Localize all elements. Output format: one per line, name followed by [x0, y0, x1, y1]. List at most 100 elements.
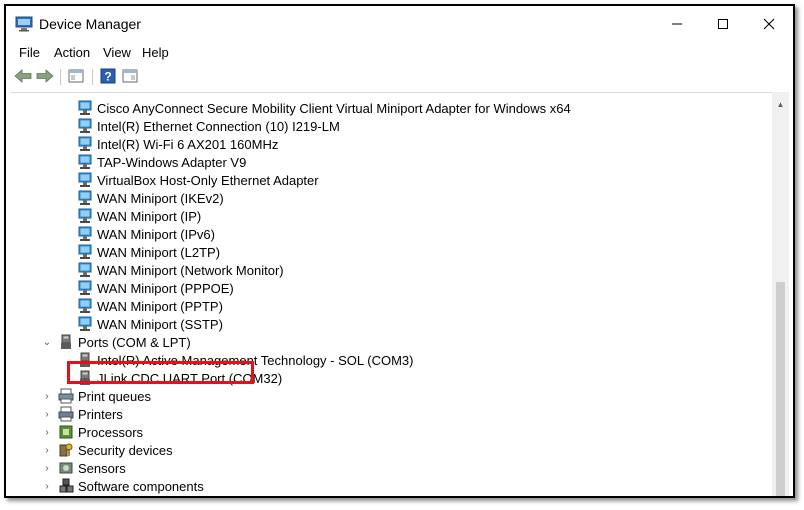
back-button[interactable] — [14, 67, 32, 85]
device-label: WAN Miniport (L2TP) — [97, 244, 221, 260]
device-label: Cisco AnyConnect Secure Mobility Client … — [97, 100, 571, 116]
show-hide-console-tree-button[interactable] — [68, 67, 84, 85]
network-adapter-icon — [78, 136, 92, 151]
menu-view[interactable]: View — [103, 45, 131, 60]
vertical-scrollbar[interactable]: ▲ — [772, 92, 789, 496]
category-label: Software components — [78, 478, 204, 494]
toolbar-separator — [92, 69, 93, 85]
category-label: Printers — [78, 406, 123, 422]
maximize-icon — [718, 19, 728, 29]
help-icon: ? — [100, 68, 116, 84]
device-label: WAN Miniport (SSTP) — [97, 316, 223, 332]
device-manager-icon — [15, 16, 33, 32]
device-label: Intel(R) Ethernet Connection (10) I219-L… — [97, 118, 340, 134]
category-label: Sensors — [78, 460, 126, 476]
network-adapter-icon — [78, 262, 92, 277]
device-label: WAN Miniport (PPPOE) — [97, 280, 234, 296]
network-adapter-icon — [78, 244, 92, 259]
network-adapter-icon — [78, 172, 92, 187]
device-label: WAN Miniport (IKEv2) — [97, 190, 224, 206]
device-label: WAN Miniport (IPv6) — [97, 226, 215, 242]
category-sensors[interactable]: Sensors — [58, 459, 126, 477]
device-manager-window: Device Manager File Action View Help ? C… — [4, 4, 795, 498]
device-label: WAN Miniport (PPTP) — [97, 298, 223, 314]
expand-chevron-icon[interactable]: › — [42, 409, 52, 420]
category-label: Print queues — [78, 388, 151, 404]
svg-text:?: ? — [104, 70, 111, 84]
forward-button[interactable] — [36, 67, 54, 85]
expand-chevron-icon[interactable]: › — [42, 445, 52, 456]
network-adapter-icon — [78, 154, 92, 169]
network-adapter-item[interactable]: VirtualBox Host-Only Ethernet Adapter — [77, 171, 319, 189]
maximize-button[interactable] — [700, 6, 746, 42]
minimize-icon — [672, 23, 682, 25]
close-icon — [763, 18, 775, 30]
category-software-components[interactable]: Software components — [58, 477, 204, 495]
port-connector-icon — [61, 334, 71, 349]
menu-help[interactable]: Help — [142, 45, 169, 60]
window-title: Device Manager — [39, 16, 141, 32]
network-adapter-item[interactable]: WAN Miniport (PPPOE) — [77, 279, 234, 297]
category-label: Ports (COM & LPT) — [78, 334, 191, 350]
category-ports[interactable]: Ports (COM & LPT) — [58, 333, 191, 351]
category-processors[interactable]: Processors — [58, 423, 143, 441]
network-adapter-item[interactable]: WAN Miniport (Network Monitor) — [77, 261, 284, 279]
device-label: WAN Miniport (IP) — [97, 208, 202, 224]
title-bar: Device Manager — [6, 6, 793, 44]
sensor-icon — [59, 462, 73, 474]
network-adapter-icon — [78, 208, 92, 223]
back-arrow-icon — [14, 69, 32, 83]
scroll-up-arrow-icon[interactable]: ▲ — [776, 100, 785, 109]
network-adapter-item[interactable]: TAP-Windows Adapter V9 — [77, 153, 246, 171]
menu-action[interactable]: Action — [54, 45, 90, 60]
device-label: WAN Miniport (Network Monitor) — [97, 262, 284, 278]
software-component-icon — [59, 478, 74, 493]
network-adapter-item[interactable]: WAN Miniport (PPTP) — [77, 297, 223, 315]
network-adapter-item[interactable]: Intel(R) Wi-Fi 6 AX201 160MHz — [77, 135, 278, 153]
device-label: VirtualBox Host-Only Ethernet Adapter — [97, 172, 319, 188]
highlight-annotation — [67, 361, 254, 384]
network-adapter-icon — [78, 100, 92, 115]
security-device-icon — [59, 443, 73, 457]
network-adapter-item[interactable]: WAN Miniport (IP) — [77, 207, 201, 225]
minimize-button[interactable] — [654, 6, 700, 42]
device-label: TAP-Windows Adapter V9 — [97, 154, 247, 170]
printer-icon — [58, 406, 74, 422]
network-adapter-icon — [78, 226, 92, 241]
network-adapter-item[interactable]: Cisco AnyConnect Secure Mobility Client … — [77, 99, 571, 117]
menu-file[interactable]: File — [19, 45, 40, 60]
network-adapter-item[interactable]: WAN Miniport (IKEv2) — [77, 189, 224, 207]
network-adapter-item[interactable]: WAN Miniport (L2TP) — [77, 243, 220, 261]
expand-chevron-icon[interactable]: › — [42, 481, 52, 492]
network-adapter-item[interactable]: Intel(R) Ethernet Connection (10) I219-L… — [77, 117, 340, 135]
network-adapter-icon — [78, 316, 92, 331]
category-printers[interactable]: Printers — [58, 405, 123, 423]
console-tree-icon — [68, 69, 84, 83]
menu-bar: File Action View Help — [6, 44, 793, 64]
network-adapter-icon — [78, 190, 92, 205]
expand-chevron-icon[interactable]: › — [42, 391, 52, 402]
processor-icon — [59, 425, 73, 439]
network-adapter-icon — [78, 118, 92, 133]
device-tree: Cisco AnyConnect Secure Mobility Client … — [10, 92, 772, 496]
category-print-queues[interactable]: Print queues — [58, 387, 151, 405]
scroll-thumb[interactable] — [776, 282, 785, 496]
category-security-devices[interactable]: Security devices — [58, 441, 173, 459]
network-adapter-icon — [78, 280, 92, 295]
network-adapter-item[interactable]: WAN Miniport (IPv6) — [77, 225, 215, 243]
expand-chevron-icon[interactable]: › — [42, 463, 52, 474]
toolbar: ? — [6, 64, 793, 90]
collapse-chevron-icon[interactable]: ⌄ — [42, 337, 52, 348]
expand-chevron-icon[interactable]: › — [42, 427, 52, 438]
category-label: Security devices — [78, 442, 173, 458]
forward-arrow-icon — [36, 69, 54, 83]
properties-button[interactable] — [122, 67, 138, 85]
toolbar-separator — [60, 69, 61, 85]
network-adapter-icon — [78, 298, 92, 313]
properties-icon — [122, 69, 138, 83]
category-label: Processors — [78, 424, 144, 440]
print-queue-icon — [58, 388, 74, 404]
help-button[interactable]: ? — [100, 67, 116, 85]
close-button[interactable] — [746, 6, 792, 42]
network-adapter-item[interactable]: WAN Miniport (SSTP) — [77, 315, 223, 333]
